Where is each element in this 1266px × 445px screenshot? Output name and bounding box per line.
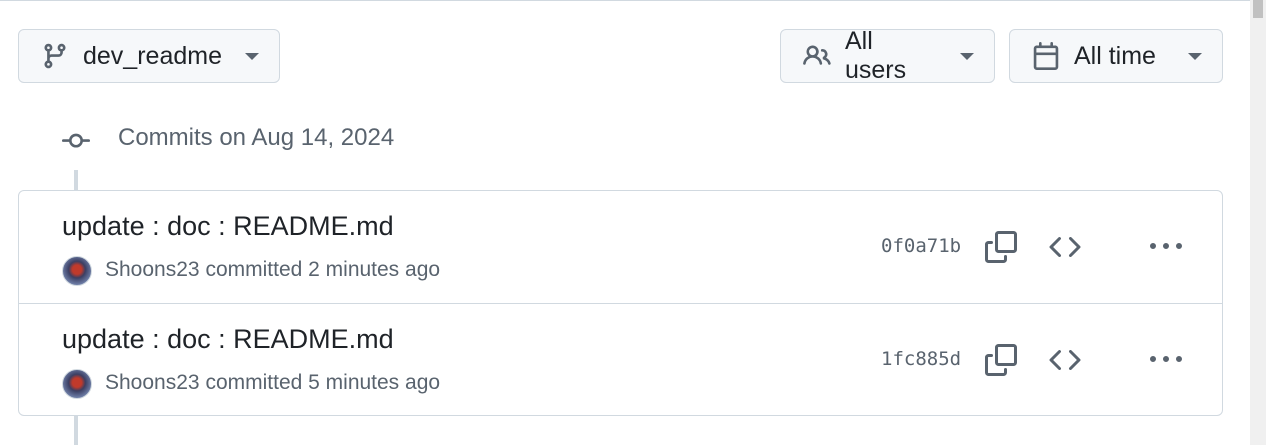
commit-action: committed <box>205 371 303 394</box>
commit-message-link[interactable]: update : doc : README.md <box>62 324 394 355</box>
kebab-horizontal-icon[interactable] <box>1149 231 1183 263</box>
git-branch-icon <box>41 42 69 70</box>
time-filter-label: All time <box>1074 41 1156 70</box>
commit-row: update : doc : README.md Shoons23 commit… <box>19 303 1222 416</box>
git-commit-icon <box>62 127 90 155</box>
avatar[interactable] <box>62 256 92 286</box>
time-filter-button[interactable]: All time <box>1009 29 1223 83</box>
code-icon[interactable] <box>1049 231 1081 263</box>
timeline-line <box>74 170 78 190</box>
commit-author-link[interactable]: Shoons23 <box>105 258 200 281</box>
commit-sha-link[interactable]: 0f0a71b <box>881 235 961 257</box>
commit-row: update : doc : README.md Shoons23 commit… <box>19 191 1222 303</box>
timeline-line <box>74 416 78 445</box>
commit-group-title: Commits on Aug 14, 2024 <box>118 124 395 151</box>
code-icon[interactable] <box>1049 344 1081 376</box>
commit-meta: Shoons23 committed 5 minutes ago <box>105 371 440 395</box>
avatar[interactable] <box>62 369 92 399</box>
commit-time: 5 minutes ago <box>308 371 441 394</box>
copy-icon[interactable] <box>985 231 1017 263</box>
branch-label: dev_readme <box>83 41 222 70</box>
scrollbar[interactable] <box>1250 0 1266 445</box>
chevron-down-icon <box>245 52 259 60</box>
scrollbar-thumb[interactable] <box>1253 0 1263 18</box>
chevron-down-icon <box>960 52 974 60</box>
commit-message-link[interactable]: update : doc : README.md <box>62 211 394 242</box>
commit-sha-link[interactable]: 1fc885d <box>881 348 961 370</box>
copy-icon[interactable] <box>985 344 1017 376</box>
branch-selector-button[interactable]: dev_readme <box>18 29 280 83</box>
commit-author-link[interactable]: Shoons23 <box>105 371 200 394</box>
commit-time: 2 minutes ago <box>308 258 441 281</box>
users-filter-label: All users <box>845 27 907 84</box>
commit-list: update : doc : README.md Shoons23 commit… <box>18 190 1223 416</box>
chevron-down-icon <box>1188 52 1202 60</box>
top-border <box>0 0 1250 1</box>
people-icon <box>803 42 831 70</box>
commit-action: committed <box>205 258 303 281</box>
users-filter-button[interactable]: All users <box>780 27 995 84</box>
calendar-icon <box>1032 42 1060 70</box>
commit-meta: Shoons23 committed 2 minutes ago <box>105 258 440 282</box>
kebab-horizontal-icon[interactable] <box>1149 344 1183 376</box>
